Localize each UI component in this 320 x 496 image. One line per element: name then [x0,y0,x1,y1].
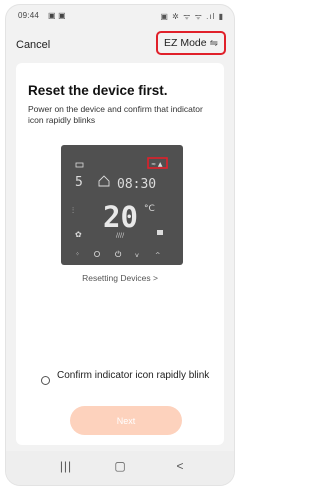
power-button-icon: ⏻ [115,250,122,259]
down-button-icon: v [135,251,139,259]
system-status-icons: ▣ ✲ ᯤ ᯤ .ıl ▮ [160,12,224,21]
clock-button-icon [94,251,101,258]
thermostat-device-image: 5 ≈ ▲ 08:30 ⫶ 20 °C ✿ //// ⁘ ⏻ v ^ [61,145,183,265]
next-button[interactable]: Next [70,406,182,435]
cancel-button[interactable]: Cancel [16,39,50,51]
temperature-unit: °C [144,204,155,214]
resetting-devices-link[interactable]: Resetting Devices > [16,273,224,283]
lock-icon [157,230,163,235]
phone-screen: 09:44 ▣ ▣ ▣ ✲ ᯤ ᯤ .ıl ▮ Cancel EZ Mode ⇋… [6,5,234,485]
top-bar: Cancel EZ Mode ⇋ [6,27,234,61]
ez-mode-label: EZ Mode [164,37,207,49]
clock-readout: 08:30 [117,177,156,192]
ez-mode-button[interactable]: EZ Mode ⇋ [156,31,226,55]
day-readout: 5 [75,175,83,190]
reset-instructions-card: Reset the device first. Power on the dev… [16,63,224,445]
instructions-text: Power on the device and confirm that ind… [28,104,203,125]
fan-icon: ✿ [75,230,82,239]
switch-mode-icon: ⇋ [209,37,218,49]
confirm-radio-button[interactable] [41,376,50,385]
status-bar: 09:44 ▣ ▣ ▣ ✲ ᯤ ᯤ .ıl ▮ [6,5,234,25]
wifi-indicator-icon: ≈ ▲ [151,161,163,168]
status-time: 09:44 [18,11,40,20]
home-icon[interactable]: ▢ [108,459,132,473]
recent-apps-icon[interactable]: ||| [54,459,78,473]
menu-button-icon: ⁘ [75,251,80,258]
system-nav-bar: ||| ▢ < [6,451,234,485]
thermostat-illustration: 5 ≈ ▲ 08:30 ⫶ 20 °C ✿ //// ⁘ ⏻ v ^ [72,157,168,259]
back-icon[interactable]: < [168,459,192,473]
home-mode-icon [98,175,110,187]
temperature-readout: 20 [103,200,138,234]
heating-icon: //// [116,232,125,239]
page-title: Reset the device first. [28,83,168,98]
schedule-icon [75,162,84,168]
confirm-label: Confirm indicator icon rapidly blink [57,370,210,381]
notification-icons: ▣ ▣ [48,11,66,20]
up-button-icon: ^ [155,251,160,259]
thermometer-icon: ⫶ [72,206,74,215]
